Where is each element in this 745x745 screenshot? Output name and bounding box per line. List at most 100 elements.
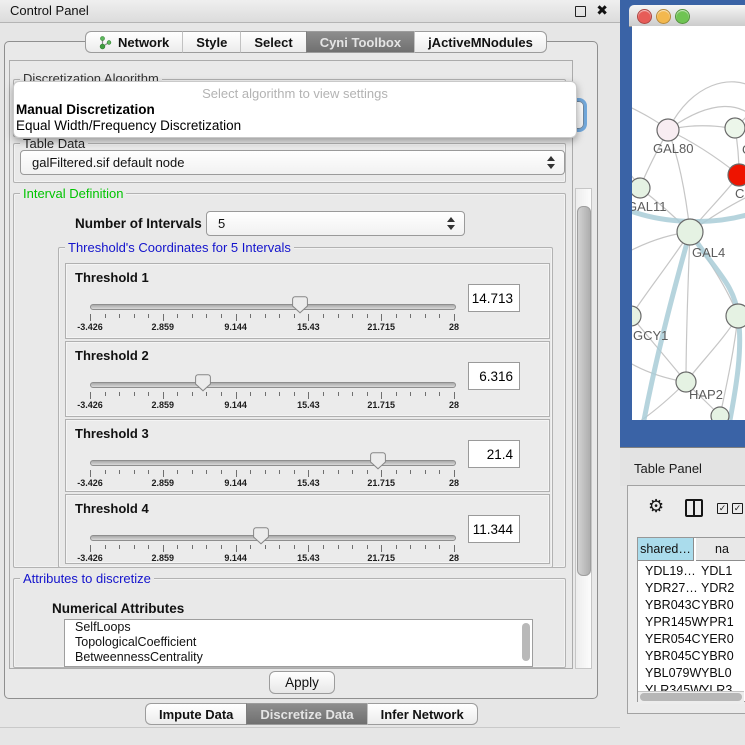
table-row[interactable]: YBL079WYBL0 bbox=[638, 665, 745, 682]
slider-track[interactable] bbox=[90, 382, 456, 388]
slider-tick bbox=[148, 470, 149, 474]
table-row[interactable]: YBR045CYBR0 bbox=[638, 648, 745, 665]
tick-label: 21.715 bbox=[367, 478, 395, 488]
slider-tick bbox=[221, 470, 222, 474]
network-node-node-bottom[interactable] bbox=[711, 407, 729, 420]
algorithm-dropdown-popup: Select algorithm to view settings Manual… bbox=[13, 81, 577, 138]
slider-track[interactable] bbox=[90, 304, 456, 310]
network-view-canvas[interactable]: GAL80GACGAL11GAL4GCY1HHAP2 bbox=[632, 26, 745, 420]
node-attribute-table[interactable]: shared…naYDL19…YDL1YDR27…YDR2YBR043CYBR0… bbox=[637, 537, 745, 702]
threshold-value-field[interactable]: 21.4 bbox=[468, 440, 520, 468]
cell-shared-name: YER054C bbox=[645, 631, 701, 648]
threshold-value-field[interactable]: 14.713 bbox=[468, 284, 520, 312]
tick-label: 9.144 bbox=[224, 322, 247, 332]
slider-tick bbox=[192, 392, 193, 396]
checkbox-icon[interactable]: ✓ bbox=[717, 503, 728, 514]
numerical-attributes-label: Numerical Attributes bbox=[52, 601, 184, 616]
table-data-combobox[interactable]: galFiltered.sif default node bbox=[20, 150, 565, 175]
tab-label: Impute Data bbox=[159, 704, 233, 725]
settings-scrollbar-thumb[interactable] bbox=[577, 206, 591, 576]
slider-track[interactable] bbox=[90, 460, 456, 466]
tick-label: 15.43 bbox=[297, 400, 320, 410]
table-data-combo-value: galFiltered.sif default node bbox=[32, 151, 184, 174]
slider-tick bbox=[236, 470, 237, 477]
numerical-attributes-list[interactable]: SelfLoopsTopologicalCoefficientBetweenne… bbox=[64, 619, 533, 667]
slider-thumb[interactable] bbox=[292, 296, 308, 314]
column-header-shared-[interactable]: shared… bbox=[638, 538, 694, 561]
gear-icon[interactable]: ⚙ bbox=[648, 496, 664, 517]
tab-infer-network[interactable]: Infer Network bbox=[367, 703, 478, 725]
popup-option-manual-discretization[interactable]: Manual Discretization bbox=[16, 102, 155, 117]
network-node-gcy1[interactable] bbox=[632, 306, 641, 326]
threshold-value-field[interactable]: 6.316 bbox=[468, 362, 520, 390]
threshold-panel-3: Threshold 3-3.4262.8599.14415.4321.71528… bbox=[65, 419, 550, 492]
threshold-panel-1: Threshold 1-3.4262.8599.14415.4321.71528… bbox=[65, 263, 550, 339]
list-scrollbar[interactable] bbox=[522, 623, 530, 661]
combo-stepper-icon[interactable] bbox=[547, 156, 555, 169]
apply-button[interactable]: Apply bbox=[269, 671, 335, 694]
node-label: GAL11 bbox=[632, 199, 667, 214]
slider-tick bbox=[454, 314, 455, 321]
table-row[interactable]: YER054CYER0 bbox=[638, 631, 745, 648]
tab-network[interactable]: Network bbox=[85, 31, 182, 53]
float-window-icon[interactable] bbox=[575, 6, 586, 17]
slider-thumb[interactable] bbox=[370, 452, 386, 470]
list-item[interactable]: TopologicalCoefficient bbox=[65, 635, 532, 650]
table-row[interactable]: YBR043CYBR0 bbox=[638, 597, 745, 614]
tab-cyni-toolbox[interactable]: Cyni Toolbox bbox=[306, 31, 414, 53]
slider-track[interactable] bbox=[90, 535, 456, 541]
list-item[interactable]: BetweennessCentrality bbox=[65, 650, 532, 665]
network-node-gal80[interactable] bbox=[657, 119, 679, 141]
minimize-traffic-light-icon[interactable] bbox=[656, 9, 671, 24]
table-hscrollbar-thumb[interactable] bbox=[640, 693, 742, 701]
tab-jactivemnodules[interactable]: jActiveMNodules bbox=[414, 31, 547, 53]
slider-tick bbox=[279, 470, 280, 474]
table-row[interactable]: YDL19…YDL1 bbox=[638, 563, 745, 580]
network-node-node-selected-red[interactable] bbox=[728, 164, 745, 186]
tab-impute-data[interactable]: Impute Data bbox=[145, 703, 246, 725]
slider-tick bbox=[425, 545, 426, 549]
number-of-intervals-combobox[interactable]: 5 bbox=[206, 211, 465, 236]
tab-select[interactable]: Select bbox=[240, 31, 305, 53]
close-traffic-light-icon[interactable] bbox=[637, 9, 652, 24]
tab-style[interactable]: Style bbox=[182, 31, 240, 53]
table-row[interactable]: YDR27…YDR2 bbox=[638, 580, 745, 597]
network-node-gal11[interactable] bbox=[632, 178, 650, 198]
cell-shared-name: YBR043C bbox=[645, 597, 701, 614]
table-row[interactable]: YPR145WYPR1 bbox=[638, 614, 745, 631]
popup-option-equal-width-frequency[interactable]: Equal Width/Frequency Discretization bbox=[16, 118, 241, 133]
close-icon[interactable]: ✖ bbox=[596, 2, 608, 19]
list-item[interactable]: SelfLoops bbox=[65, 620, 532, 635]
zoom-traffic-light-icon[interactable] bbox=[675, 9, 690, 24]
checkbox-icon[interactable]: ✓ bbox=[732, 503, 743, 514]
network-node-node-top-right[interactable] bbox=[725, 118, 745, 138]
column-header-na[interactable]: na bbox=[696, 538, 745, 561]
slider-tick bbox=[410, 545, 411, 549]
combo-stepper-icon[interactable] bbox=[447, 217, 455, 230]
network-edge bbox=[686, 316, 738, 382]
group-title: Table Data bbox=[20, 136, 88, 151]
network-node-node-right[interactable] bbox=[726, 304, 745, 328]
slider-tick bbox=[367, 392, 368, 396]
tab-label: Infer Network bbox=[381, 704, 464, 725]
network-window-titlebar[interactable] bbox=[629, 5, 745, 27]
slider-tick bbox=[338, 545, 339, 549]
number-of-intervals-label: Number of Intervals bbox=[75, 216, 202, 231]
network-icon bbox=[99, 35, 112, 50]
slider-thumb[interactable] bbox=[253, 527, 269, 545]
slider-tick bbox=[352, 392, 353, 396]
columns-icon[interactable] bbox=[685, 499, 703, 517]
slider-tick bbox=[279, 392, 280, 396]
slider-thumb[interactable] bbox=[195, 374, 211, 392]
slider-tick bbox=[236, 545, 237, 552]
tick-label: 9.144 bbox=[224, 400, 247, 410]
slider-tick bbox=[396, 470, 397, 474]
tab-discretize-data[interactable]: Discretize Data bbox=[246, 703, 366, 725]
node-label: GAL80 bbox=[653, 141, 693, 156]
threshold-value-field[interactable]: 11.344 bbox=[468, 515, 520, 543]
network-node-gal4[interactable] bbox=[677, 219, 703, 245]
slider-tick bbox=[192, 470, 193, 474]
tick-label: 15.43 bbox=[297, 322, 320, 332]
popup-placeholder: Select algorithm to view settings bbox=[14, 86, 576, 101]
slider-tick bbox=[134, 470, 135, 474]
